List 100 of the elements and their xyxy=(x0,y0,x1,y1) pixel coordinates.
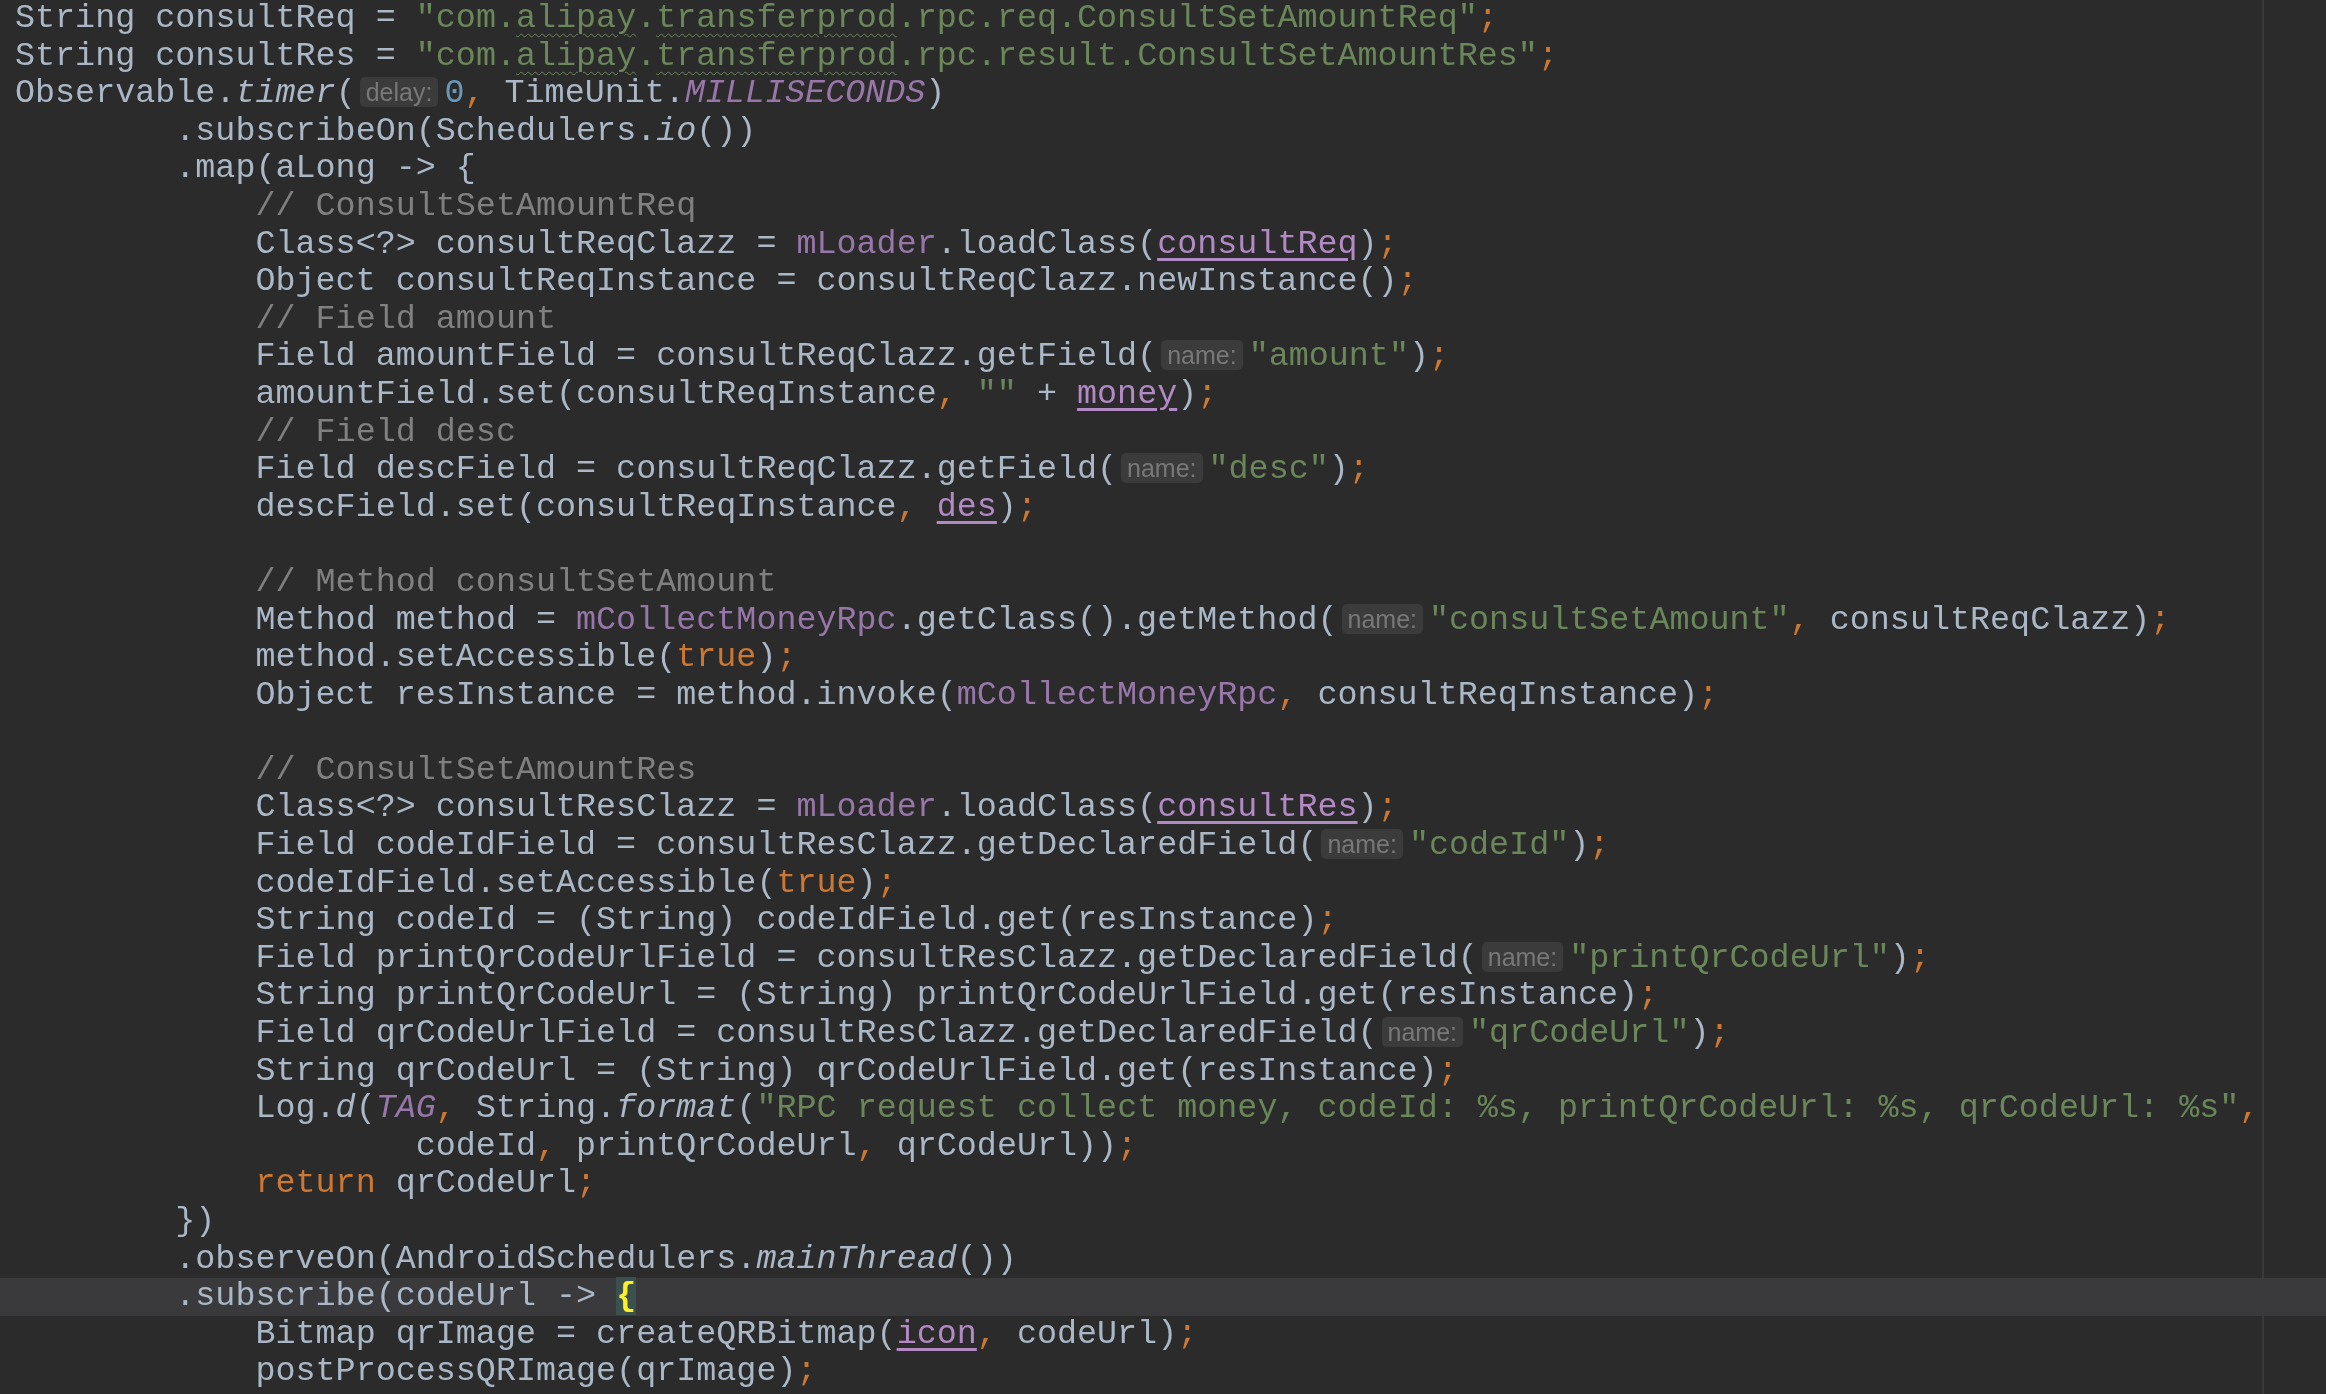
field-name: mCollectMoneyRpc xyxy=(956,675,1278,714)
code-text: consultReqInstance) xyxy=(1316,675,1699,714)
field-name: mLoader xyxy=(796,788,937,827)
method-name: mainThread xyxy=(756,1239,957,1278)
code-text: ) xyxy=(996,487,1017,526)
code-text: .subscribeOn(Schedulers. xyxy=(175,111,657,150)
punctuation: ; xyxy=(1377,788,1398,827)
punctuation: ; xyxy=(1317,901,1338,940)
code-text: String qrCodeUrl = (String) qrCodeUrlField.get(resInstance) xyxy=(255,1051,1438,1090)
constant-name: MILLISECONDS xyxy=(684,74,926,113)
string-literal: "codeId" xyxy=(1408,826,1570,865)
code-text: Observable. xyxy=(15,74,236,113)
code-text: .map(aLong -> { xyxy=(175,149,476,188)
code-text: amountField.set(consultReqInstance xyxy=(255,374,937,413)
misspelled-word: transferprod xyxy=(656,36,897,75)
string-literal: .rpc.result.ConsultSetAmountRes" xyxy=(896,36,1538,75)
code-text: qrCodeUrl xyxy=(394,1164,577,1203)
string-literal: . xyxy=(636,36,657,75)
string-literal: "com. xyxy=(415,0,516,37)
code-text: ( xyxy=(736,1089,757,1128)
code-text: Class<?> consultResClazz = xyxy=(255,788,778,827)
punctuation: , xyxy=(976,1314,997,1353)
code-text: ) xyxy=(1177,374,1198,413)
punctuation: ; xyxy=(1197,374,1218,413)
method-name: timer xyxy=(235,74,336,113)
punctuation: , xyxy=(464,74,485,113)
punctuation: ; xyxy=(1117,1126,1138,1165)
code-text: Field amountField = consultReqClazz.getField( xyxy=(255,337,1158,376)
punctuation: ; xyxy=(1429,337,1450,376)
punctuation: , xyxy=(1789,600,1810,639)
parameter-hint: name: xyxy=(1341,603,1423,634)
punctuation: ; xyxy=(1437,1051,1458,1090)
punctuation: ; xyxy=(1589,826,1610,865)
code-text: Object consultReqInstance = consultReqClazz.newInstance() xyxy=(255,262,1398,301)
code-text: + xyxy=(1035,374,1058,413)
punctuation: ; xyxy=(576,1164,597,1203)
keyword: true xyxy=(676,638,757,677)
punctuation: , xyxy=(536,1126,557,1165)
code-text: ) xyxy=(1408,337,1429,376)
punctuation: ; xyxy=(1016,487,1037,526)
code-text: Method method = xyxy=(255,600,557,639)
code-text: }) xyxy=(175,1202,216,1240)
punctuation: ; xyxy=(776,638,797,677)
matched-brace: { xyxy=(616,1277,637,1316)
parameter-hint: delay: xyxy=(359,77,439,108)
method-name: io xyxy=(656,111,697,150)
code-text: ( xyxy=(355,1089,376,1128)
code-text: method.setAccessible( xyxy=(255,638,677,677)
captured-variable: icon xyxy=(896,1314,977,1353)
punctuation: ; xyxy=(1348,450,1369,489)
code-text: ) xyxy=(1889,938,1910,977)
string-literal: "printQrCodeUrl" xyxy=(1569,938,1890,977)
punctuation: ; xyxy=(796,1352,817,1391)
code-text: Log. xyxy=(255,1089,336,1128)
method-name: d xyxy=(335,1089,356,1128)
string-literal: "" xyxy=(975,374,1017,413)
code-text: ) xyxy=(856,863,877,902)
number-literal: 0 xyxy=(444,74,465,113)
code-text: codeUrl) xyxy=(1015,1314,1178,1353)
punctuation: , xyxy=(936,374,957,413)
string-literal: .rpc.req.ConsultSetAmountReq" xyxy=(896,0,1478,37)
punctuation: , xyxy=(1277,675,1298,714)
code-text: String consultReq = xyxy=(15,0,397,37)
string-literal: "com. xyxy=(415,36,516,75)
string-literal: . xyxy=(636,0,657,37)
punctuation: , xyxy=(435,1089,456,1128)
code-text: TimeUnit. xyxy=(503,74,685,113)
string-literal: "desc" xyxy=(1208,450,1329,489)
code-text: consultReqClazz) xyxy=(1828,600,2151,639)
punctuation: , xyxy=(2239,1089,2260,1128)
string-literal: "amount" xyxy=(1248,337,1409,376)
code-comment: // ConsultSetAmountReq xyxy=(255,186,697,225)
code-text: ) xyxy=(1689,1014,1710,1053)
captured-variable: consultReq xyxy=(1157,224,1358,263)
code-text: ) xyxy=(1328,450,1349,489)
code-text: ()) xyxy=(956,1239,1017,1278)
code-text: codeIdField.setAccessible( xyxy=(255,863,777,902)
punctuation: ; xyxy=(1397,262,1418,301)
code-text: .loadClass( xyxy=(936,788,1158,827)
keyword: true xyxy=(776,863,857,902)
code-text: Field qrCodeUrlField = consultResClazz.getDeclaredField( xyxy=(255,1014,1378,1053)
punctuation: ; xyxy=(1698,675,1719,714)
code-text: Class<?> consultReqClazz = xyxy=(255,224,778,263)
field-name: mCollectMoneyRpc xyxy=(576,600,897,639)
code-text: .loadClass( xyxy=(936,224,1158,263)
code-text: Bitmap qrImage = createQRBitmap( xyxy=(255,1314,897,1353)
code-comment: // Field amount xyxy=(255,299,556,338)
code-comment: // Field desc xyxy=(255,412,516,451)
captured-variable: money xyxy=(1077,374,1178,413)
code-text: descField.set(consultReqInstance xyxy=(255,487,897,526)
code-text: String codeId = (String) codeIdField.get(resInstance) xyxy=(255,901,1318,940)
string-literal: "RPC request collect money, codeId: %s, printQrCodeUrl: %s, qrCodeUrl: %s" xyxy=(756,1089,2240,1128)
captured-variable: consultRes xyxy=(1157,788,1358,827)
punctuation: ; xyxy=(1477,0,1498,37)
string-literal: "consultSetAmount" xyxy=(1429,600,1790,639)
punctuation: ; xyxy=(1537,36,1558,75)
punctuation: ; xyxy=(2150,600,2171,639)
code-text: Field descField = consultReqClazz.getField( xyxy=(255,450,1118,489)
code-text: ) xyxy=(1357,788,1378,827)
code-text: Field printQrCodeUrlField = consultResClazz.getDeclaredField( xyxy=(255,938,1478,977)
